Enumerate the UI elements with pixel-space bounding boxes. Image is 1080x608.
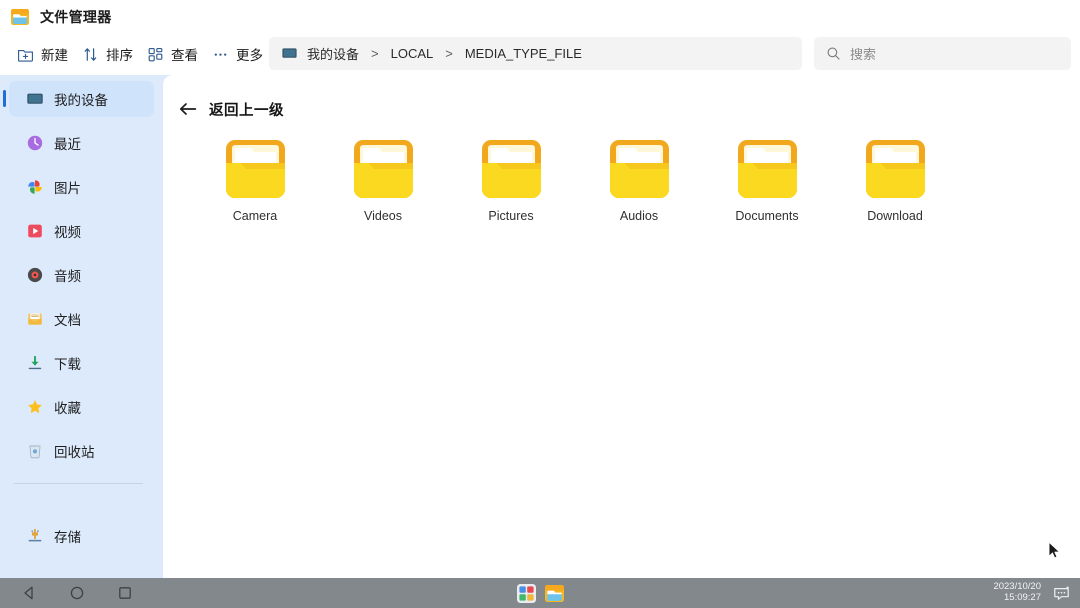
sidebar-item-label: 最近	[54, 137, 81, 152]
device-monitor-icon	[26, 90, 44, 108]
sidebar-item-documents[interactable]: 文档	[9, 301, 154, 337]
title-bar: 文件管理器	[0, 0, 1080, 33]
folder-label: Download	[867, 209, 923, 223]
breadcrumb-item-0[interactable]: 我的设备	[307, 44, 359, 63]
taskbar: 2023/10/20 15:09:27	[0, 578, 1080, 608]
sidebar-item-label: 我的设备	[54, 93, 108, 108]
content-area: 返回上一级 Camera Videos Pictures Audios Docu…	[163, 75, 1080, 578]
search-box[interactable]: 搜索	[814, 37, 1071, 70]
folder-label: Camera	[232, 209, 278, 223]
app-grid-icon[interactable]	[516, 583, 537, 604]
file-manager-icon[interactable]	[544, 583, 565, 604]
back-to-parent-label: 返回上一级	[209, 102, 284, 119]
photos-pinwheel-icon	[26, 178, 44, 196]
breadcrumb-separator: >	[371, 46, 379, 61]
search-input[interactable]: 搜索	[850, 44, 876, 63]
nav-home-circle-icon[interactable]	[69, 585, 85, 601]
folder-icon	[862, 136, 929, 202]
navigation-buttons	[21, 585, 133, 601]
folder-label: Videos	[364, 209, 402, 223]
download-icon	[26, 354, 44, 372]
folder-label: Documents	[735, 209, 799, 223]
sort-button[interactable]: 排序	[75, 40, 140, 68]
file-manager-icon	[10, 7, 30, 27]
sidebar-item-download[interactable]: 下载	[9, 345, 154, 381]
sort-button-label: 排序	[106, 48, 133, 63]
more-button[interactable]: 更多	[205, 40, 270, 68]
new-button-label: 新建	[41, 48, 68, 63]
search-icon	[826, 46, 841, 61]
notification-bubble-icon[interactable]	[1052, 584, 1071, 603]
folder-item[interactable]: Download	[831, 132, 959, 223]
view-button[interactable]: 查看	[140, 40, 205, 68]
video-play-icon	[26, 222, 44, 240]
sidebar-item-label: 存储	[54, 530, 81, 545]
sidebar-item-recent[interactable]: 最近	[9, 125, 154, 161]
trash-icon	[26, 442, 44, 460]
folder-item[interactable]: Audios	[575, 132, 703, 223]
window-title: 文件管理器	[40, 8, 112, 25]
more-ellipsis-icon	[212, 46, 229, 63]
sidebar-item-label: 回收站	[54, 445, 95, 460]
sidebar-item-label: 视频	[54, 225, 81, 240]
folder-label: Pictures	[488, 209, 534, 223]
breadcrumb-separator: >	[445, 46, 453, 61]
star-icon	[26, 398, 44, 416]
sidebar-item-label: 文档	[54, 313, 81, 328]
sidebar-item-label: 收藏	[54, 401, 81, 416]
sidebar-item-storage[interactable]: 存储	[9, 518, 154, 554]
view-button-label: 查看	[171, 48, 198, 63]
sidebar-item-label: 下载	[54, 357, 81, 372]
audio-disc-icon	[26, 266, 44, 284]
folder-icon	[734, 136, 801, 202]
folder-item[interactable]: Pictures	[447, 132, 575, 223]
sidebar-item-audio[interactable]: 音频	[9, 257, 154, 293]
folder-item[interactable]: Videos	[319, 132, 447, 223]
sidebar-item-my-device[interactable]: 我的设备	[3, 81, 154, 117]
folder-icon	[350, 136, 417, 202]
sidebar-item-favorites[interactable]: 收藏	[9, 389, 154, 425]
new-button[interactable]: 新建	[10, 40, 75, 68]
folder-icon	[478, 136, 545, 202]
new-folder-icon	[17, 46, 34, 63]
folder-item[interactable]: Camera	[191, 132, 319, 223]
documents-icon	[26, 310, 44, 328]
folder-grid: Camera Videos Pictures Audios Documents …	[191, 132, 1080, 223]
sidebar-item-label: 音频	[54, 269, 81, 284]
file-manager-window: 文件管理器 新建 排序 查看 更多 我的设备 > LOCAL > MEDIA_T…	[0, 0, 1080, 608]
storage-usb-icon	[26, 527, 44, 545]
breadcrumb-bar[interactable]: 我的设备 > LOCAL > MEDIA_TYPE_FILE	[269, 37, 802, 70]
clock-icon	[26, 134, 44, 152]
arrow-left-icon	[177, 98, 199, 120]
folder-item[interactable]: Documents	[703, 132, 831, 223]
device-monitor-icon	[281, 45, 298, 62]
clock-time: 15:09:27	[1004, 592, 1041, 603]
nav-back-triangle-icon[interactable]	[21, 585, 37, 601]
sidebar: 我的设备 最近 图片 视频 音频 文档 下载 收藏 回收站 存储	[0, 75, 163, 578]
folder-icon	[222, 136, 289, 202]
more-button-label: 更多	[236, 48, 263, 63]
view-grid-icon	[147, 46, 164, 63]
taskbar-apps	[0, 578, 1080, 608]
system-tray: 2023/10/20 15:09:27	[993, 578, 1071, 608]
folder-icon	[606, 136, 673, 202]
taskbar-clock[interactable]: 2023/10/20 15:09:27	[993, 582, 1041, 603]
sidebar-divider	[14, 483, 143, 484]
sidebar-item-pictures[interactable]: 图片	[9, 169, 154, 205]
sidebar-item-recycle-bin[interactable]: 回收站	[9, 433, 154, 469]
sort-icon	[82, 46, 99, 63]
breadcrumb-item-1[interactable]: LOCAL	[391, 46, 434, 61]
nav-recents-square-icon[interactable]	[117, 585, 133, 601]
sidebar-item-label: 图片	[54, 181, 81, 196]
folder-label: Audios	[619, 209, 659, 223]
sidebar-item-videos[interactable]: 视频	[9, 213, 154, 249]
breadcrumb-item-2[interactable]: MEDIA_TYPE_FILE	[465, 46, 582, 61]
back-to-parent-button[interactable]: 返回上一级	[177, 97, 284, 121]
